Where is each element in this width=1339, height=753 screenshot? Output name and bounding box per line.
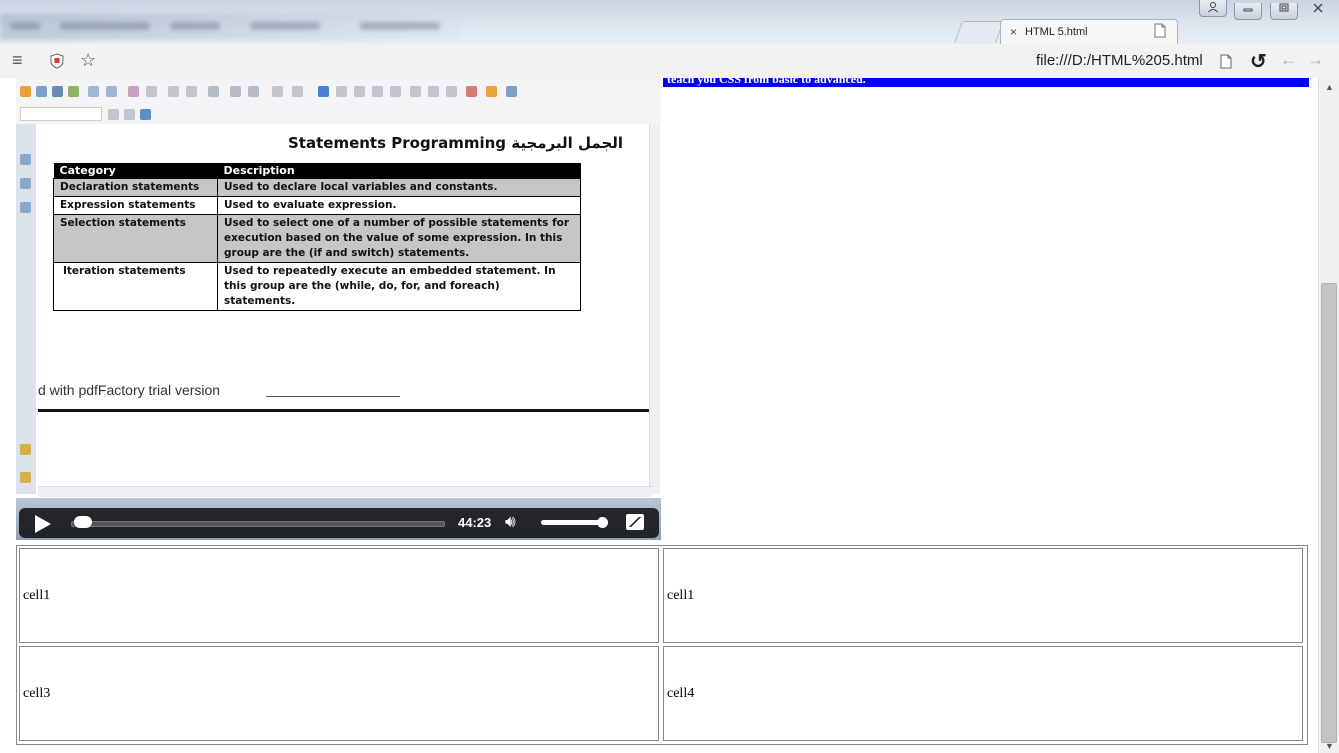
seek-handle[interactable] [74,516,93,528]
table-header-category: Category [53,163,218,179]
table-cell-description: Used to evaluate expression. [217,196,581,215]
minimize-icon[interactable] [1234,3,1263,20]
table-header-description: Description [217,163,581,179]
scroll-down-icon[interactable]: ▼ [1325,741,1334,751]
video-doc-hscrollbar [38,486,653,497]
table-cell-category: Iteration statements [53,262,218,311]
table-row: Iteration statements Used to repeatedly … [53,262,581,311]
person-icon[interactable] [1198,0,1227,17]
table-cell-category: Declaration statements [53,178,218,197]
table-cell-category: Selection statements [53,214,218,263]
background-window-tabs [0,14,460,40]
table-row: Expression statements Used to evaluate e… [53,196,581,215]
tab-close-icon[interactable]: × [1010,25,1017,39]
address-bar[interactable]: file:///D:/HTML%205.html [1036,52,1203,69]
menu-icon[interactable]: ≡ [12,50,23,71]
new-tab-button[interactable] [953,21,1005,43]
tab-title: HTML 5.html [1025,26,1088,38]
volume-handle[interactable] [596,517,608,528]
volume-icon[interactable]: 🔊︎ [505,512,516,532]
pdf-footer-text: d with pdfFactory trial version [38,382,221,398]
table-cell-description: Used to declare local variables and cons… [217,178,581,197]
table-cell: cell4 [663,646,1303,741]
bookmark-star-icon[interactable]: ☆ [80,50,96,71]
video-player[interactable]: Statements Programming الجمل البرمجية Ca… [16,78,661,540]
scrollbar-thumb[interactable] [1321,283,1337,743]
reload-icon[interactable]: ↺ [1250,49,1267,74]
doc-rule [38,409,650,412]
cells-table: cell1 cell1 cell3 cell4 [16,545,1308,745]
video-document: Statements Programming الجمل البرمجية Ca… [38,124,653,484]
blue-banner-text: teach you CSS from basic to advanced. [667,78,866,86]
video-time: 44:23 [458,515,492,530]
back-icon[interactable]: ← [1280,50,1297,70]
browser-titlebar: × HTML 5.html [0,0,1339,44]
extension-icon[interactable] [50,53,64,69]
page-icon [1154,23,1166,38]
pdf-footer-underline [266,396,400,397]
page-scrollbar[interactable]: ▲ ▼ [1318,78,1339,753]
play-icon[interactable] [35,515,51,533]
scroll-up-icon[interactable]: ▲ [1325,82,1334,92]
window-controls [1196,0,1331,20]
table-cell-description: Used to select one of a number of possib… [217,214,581,263]
table-cell: cell3 [19,646,659,741]
table-row: Selection statements Used to select one … [53,214,581,263]
fullscreen-icon[interactable] [626,514,644,530]
table-row: Declaration statements Used to declare l… [53,178,581,197]
page-info-icon[interactable] [1220,54,1232,69]
page-content: teach you CSS from basic to advanced. St… [0,78,1318,753]
volume-slider[interactable] [541,520,605,525]
blue-banner: teach you CSS from basic to advanced. [663,78,1309,87]
seek-bar[interactable] [71,521,445,527]
maximize-icon[interactable] [1269,3,1298,20]
doc-title: Statements Programming الجمل البرمجية [288,134,624,152]
browser-toolbar: ≡ ☆ file:///D:/HTML%205.html ↺ ← → [0,44,1339,79]
close-icon[interactable] [1305,3,1331,19]
video-app-sidebar [16,124,36,494]
forward-icon[interactable]: → [1307,50,1324,70]
video-controls: 44:23 🔊︎ [19,508,659,538]
table-cell-category: Expression statements [53,196,218,215]
tab-html5[interactable]: × HTML 5.html [1000,19,1178,44]
table-cell-description: Used to repeatedly execute an embedded s… [217,262,581,311]
table-cell: cell1 [19,548,659,643]
video-doc-scrollbar [649,124,660,494]
statements-table: Category Description Declaration stateme… [53,163,581,311]
video-app-toolbar [16,78,661,124]
table-cell: cell1 [663,548,1303,643]
